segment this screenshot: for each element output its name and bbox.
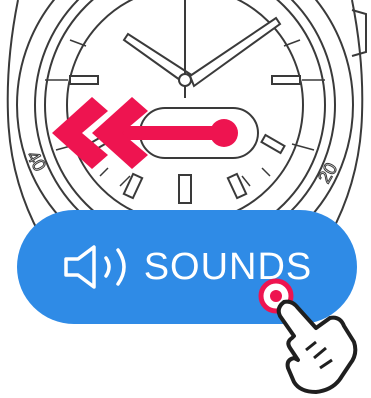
bezel-number-40: 40 — [23, 147, 50, 174]
bezel-number-20: 20 — [314, 159, 341, 186]
watch-hands — [122, 0, 282, 98]
speaker-icon — [62, 244, 134, 290]
swipe-left-arrow-icon — [52, 97, 259, 169]
hand-tap-icon — [258, 278, 358, 394]
